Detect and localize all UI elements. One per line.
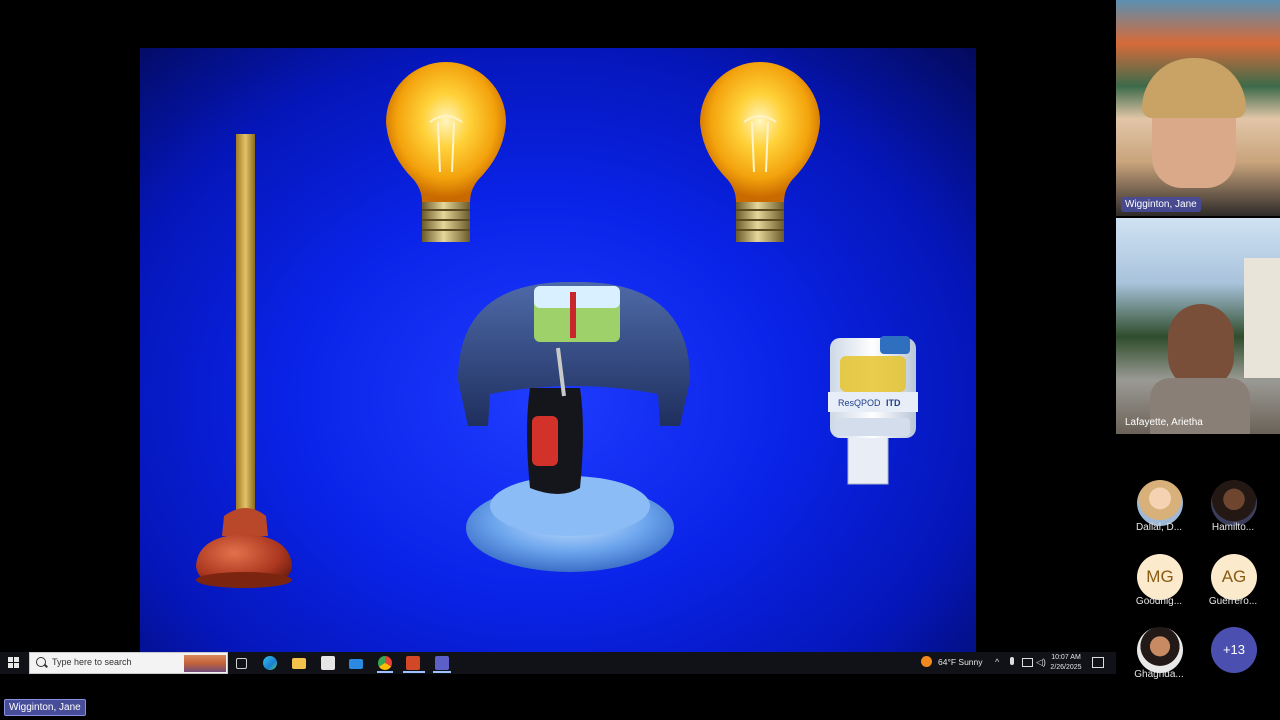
- clock-time: 10:07 AM: [1051, 654, 1081, 661]
- video-tile-participant-2[interactable]: Lafayette, Arietha: [1116, 218, 1280, 434]
- clock-date: 2/26/2025: [1050, 663, 1082, 671]
- participant-hair: [1142, 58, 1246, 118]
- avatar-initials[interactable]: AG: [1211, 554, 1257, 600]
- plunger-image: [196, 134, 292, 588]
- store-icon[interactable]: [321, 656, 335, 670]
- edge-icon[interactable]: [263, 656, 277, 670]
- participant-name-tag: Lafayette, Arietha: [1125, 417, 1203, 428]
- powerpoint-active-indicator: [403, 671, 425, 673]
- search-icon: [36, 657, 46, 667]
- weather-icon: [921, 656, 932, 667]
- video-tile-participant-1[interactable]: Wigginton, Jane: [1116, 0, 1280, 216]
- light-bulb-image: [700, 62, 820, 242]
- avatar-initials[interactable]: MG: [1137, 554, 1183, 600]
- itd-suffix: ITD: [886, 398, 901, 408]
- more-participants-button[interactable]: +13: [1211, 627, 1257, 673]
- file-explorer-icon[interactable]: [292, 658, 306, 669]
- search-highlight-image: [184, 655, 226, 672]
- avatar-name: Guerrero...: [1208, 596, 1258, 607]
- weather-text[interactable]: 64°F Sunny: [938, 657, 983, 667]
- avatar-hamilton[interactable]: [1211, 480, 1257, 526]
- participant-name-tag: Wigginton, Jane: [1121, 197, 1201, 212]
- teams-active-indicator: [433, 671, 451, 673]
- itd-valve-image: ResQPOD ITD: [828, 336, 918, 485]
- teams-icon[interactable]: [435, 656, 449, 670]
- windows-start-icon[interactable]: [8, 657, 20, 669]
- chrome-active-indicator: [377, 671, 393, 673]
- powerpoint-icon[interactable]: [406, 656, 420, 670]
- avatar: [1211, 480, 1257, 526]
- taskbar-search-box[interactable]: Type here to search: [29, 652, 228, 674]
- notification-icon[interactable]: [1092, 657, 1104, 668]
- avatar-name: Ghaghda...: [1134, 669, 1184, 680]
- microphone-icon[interactable]: [1010, 657, 1014, 665]
- mail-icon[interactable]: [349, 659, 363, 669]
- avatar-ghaghda[interactable]: [1137, 627, 1183, 673]
- chevron-up-icon[interactable]: ^: [995, 657, 999, 667]
- avatar-name: Dallal, D...: [1135, 522, 1183, 533]
- light-bulb-image: [386, 62, 506, 242]
- search-placeholder: Type here to search: [52, 657, 132, 667]
- avatar-name: Hamilto...: [1211, 522, 1255, 533]
- presenter-name-tag: Wigginton, Jane: [4, 699, 86, 716]
- shared-slide: ResQPOD ITD: [140, 48, 976, 652]
- chrome-icon[interactable]: [378, 656, 392, 670]
- avatar: [1137, 627, 1183, 673]
- avatar: [1137, 480, 1183, 526]
- taskbar-clock[interactable]: 10:07 AM 2/26/2025: [1046, 653, 1086, 672]
- volume-icon[interactable]: ◁): [1036, 657, 1046, 668]
- cpr-device-image: [458, 281, 690, 572]
- avatar-name: Goodnig...: [1135, 596, 1183, 607]
- building-image: [1244, 258, 1280, 378]
- task-view-icon[interactable]: [236, 658, 247, 669]
- network-icon[interactable]: [1022, 658, 1033, 667]
- itd-label: ResQPOD: [838, 398, 881, 408]
- avatar-dallal[interactable]: [1137, 480, 1183, 526]
